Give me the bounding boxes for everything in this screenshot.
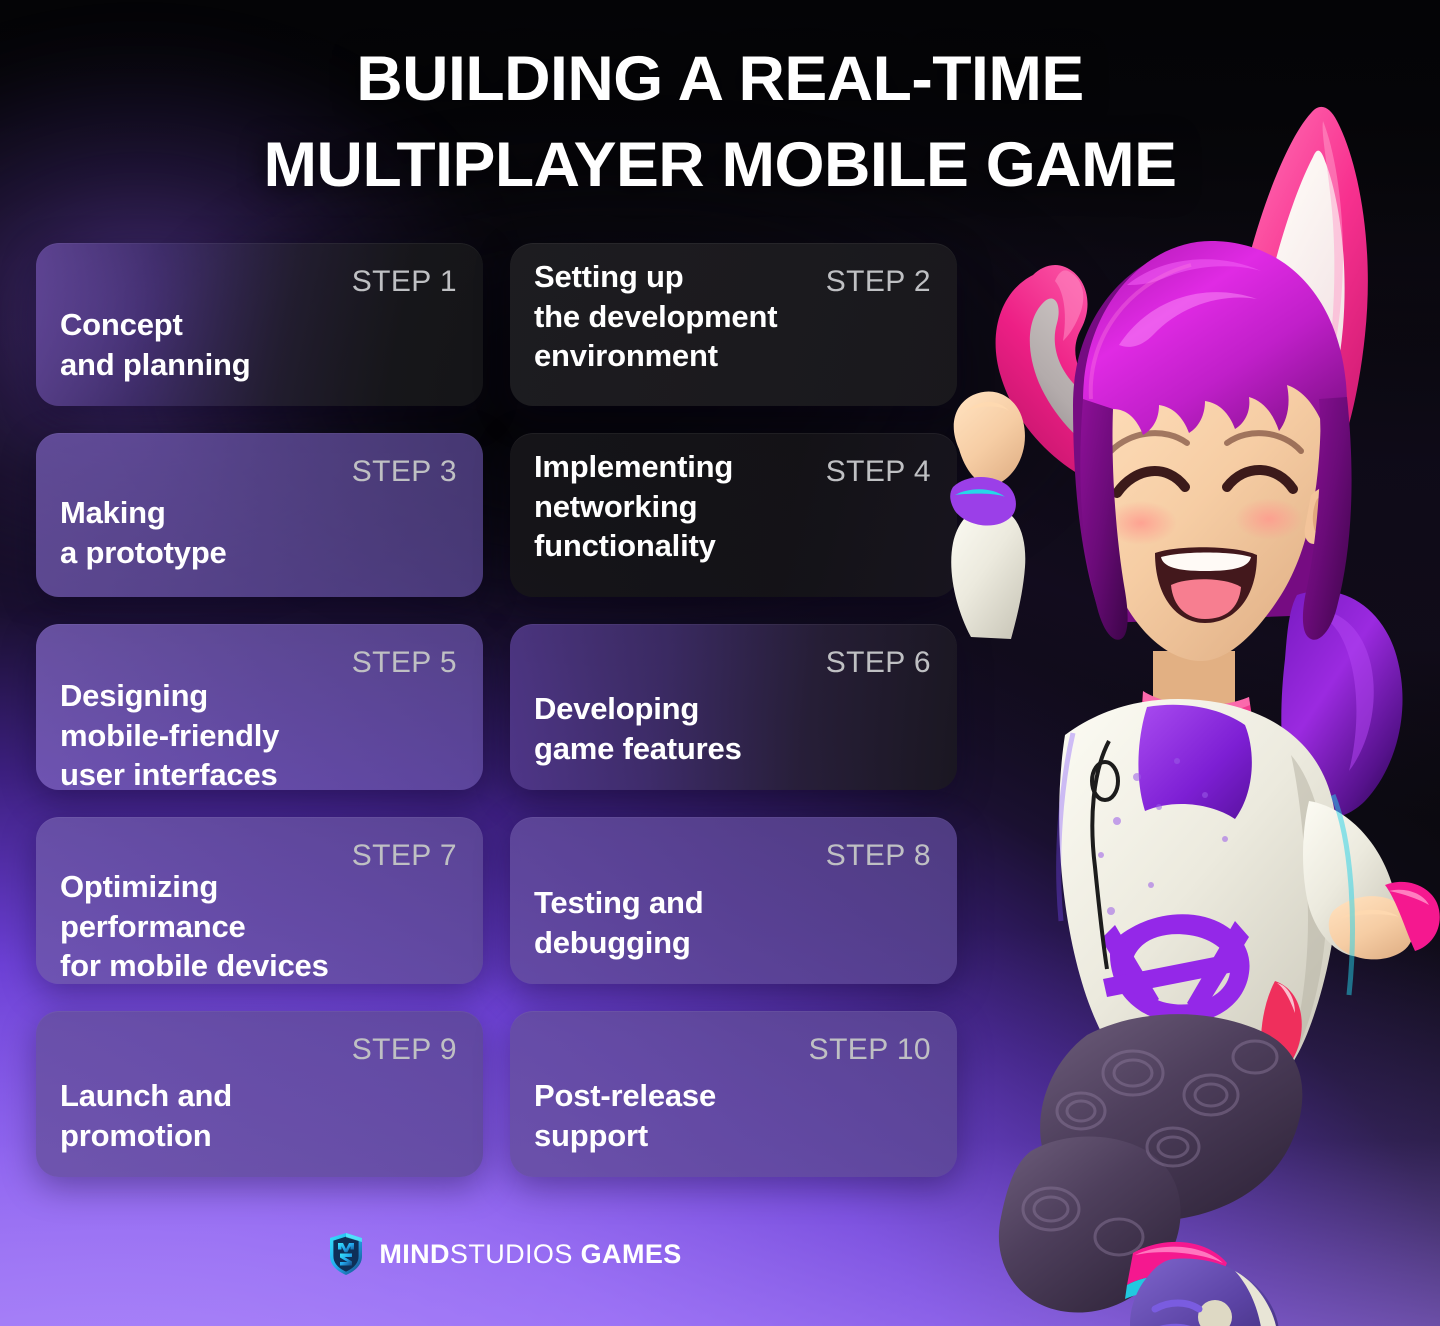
- step-label: STEP 8: [825, 839, 931, 872]
- step-card-5[interactable]: STEP 5 Designing mobile-friendly user in…: [36, 624, 483, 790]
- step-label: STEP 1: [351, 265, 457, 298]
- brand-games: GAMES: [580, 1238, 682, 1269]
- step-title: Testing and debugging: [534, 885, 704, 960]
- step-title: Implementing networking functionality: [534, 449, 734, 563]
- step-title: Optimizing performance for mobile device…: [60, 869, 329, 983]
- step-title: Setting up the development environment: [534, 259, 778, 373]
- step-card-1[interactable]: STEP 1 Concept and planning: [36, 243, 483, 406]
- footer-logo: MINDSTUDIOS GAMES: [0, 1232, 1010, 1276]
- step-title: Designing mobile-friendly user interface…: [60, 678, 280, 790]
- step-label: STEP 3: [351, 455, 457, 488]
- page-title: BUILDING A REAL-TIME MULTIPLAYER MOBILE …: [263, 44, 1177, 200]
- step-card-2[interactable]: STEP 2 Setting up the development enviro…: [510, 243, 957, 406]
- step-card-6[interactable]: STEP 6 Developing game features: [510, 624, 957, 790]
- step-title: Concept and planning: [60, 307, 251, 382]
- infographic-canvas: BUILDING A REAL-TIME MULTIPLAYER MOBILE …: [0, 0, 1440, 1326]
- brand-mind: MIND: [379, 1238, 450, 1269]
- step-title: Developing game features: [534, 691, 742, 766]
- mindstudios-shield-icon: [330, 1233, 363, 1275]
- step-title: Making a prototype: [60, 495, 227, 570]
- steps-grid: STEP 1 Concept and planning STEP 2 Setti…: [36, 243, 966, 1177]
- brand-studios: STUDIOS: [449, 1238, 573, 1269]
- step-card-4[interactable]: STEP 4 Implementing networking functiona…: [510, 433, 957, 597]
- step-title: Launch and promotion: [60, 1078, 232, 1153]
- grid-row-gap: [36, 597, 957, 624]
- step-label: STEP 10: [808, 1033, 931, 1066]
- grid-row-gap: [36, 790, 957, 817]
- step-label: STEP 9: [351, 1033, 457, 1066]
- brand-wordmark: MINDSTUDIOS GAMES: [379, 1239, 681, 1270]
- step-card-3[interactable]: STEP 3 Making a prototype: [36, 433, 483, 597]
- step-label: STEP 6: [825, 646, 931, 679]
- step-title: Post-release support: [534, 1078, 716, 1153]
- step-label: STEP 5: [351, 646, 457, 679]
- grid-row-gap: [36, 406, 957, 433]
- step-card-8[interactable]: STEP 8 Testing and debugging: [510, 817, 957, 984]
- grid-row-gap: [36, 984, 957, 1011]
- step-card-10[interactable]: STEP 10 Post-release support: [510, 1011, 957, 1177]
- step-card-7[interactable]: STEP 7 Optimizing performance for mobile…: [36, 817, 483, 984]
- step-card-9[interactable]: STEP 9 Launch and promotion: [36, 1011, 483, 1177]
